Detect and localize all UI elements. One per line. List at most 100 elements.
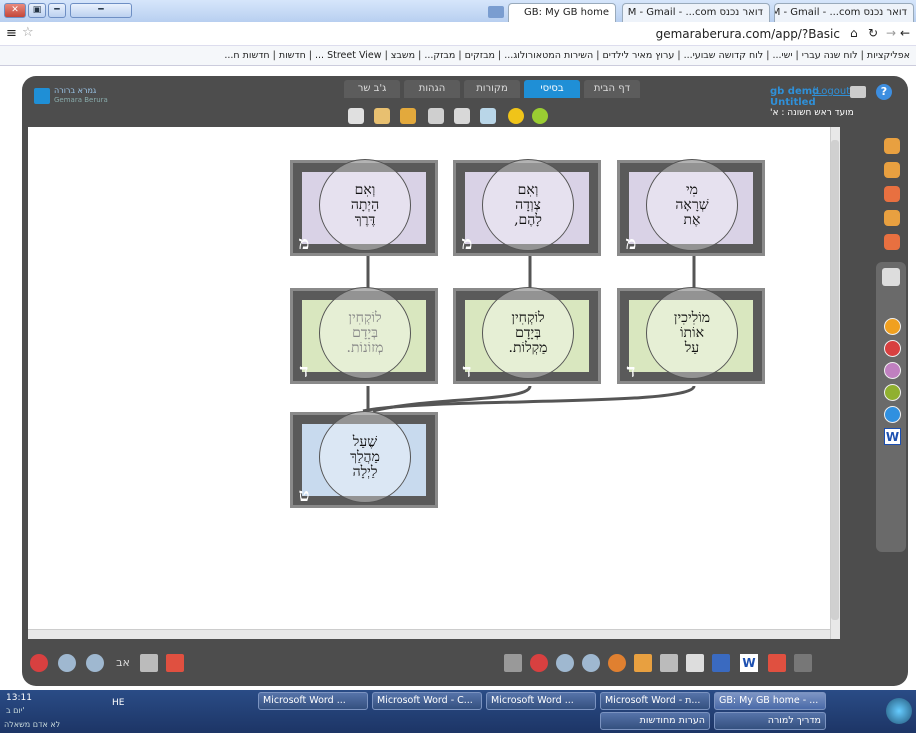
date-label: יום ב' <box>6 706 25 715</box>
settings-icon[interactable] <box>850 86 866 98</box>
zoom-in-icon[interactable] <box>556 654 574 672</box>
start-button[interactable] <box>886 698 912 724</box>
node-type-badge: ד <box>299 361 309 382</box>
node-type-badge: מ <box>625 233 637 254</box>
close-window-button[interactable]: ✕ <box>4 3 26 18</box>
task-word-2[interactable]: Microsoft Word - C... <box>372 692 482 710</box>
redo-icon[interactable] <box>532 108 548 124</box>
color-orange-icon[interactable] <box>884 318 901 335</box>
task-word-3[interactable]: Microsoft Word ... <box>486 692 596 710</box>
node-text: וְאִם צְוְדָה לָהֶם, <box>482 159 574 251</box>
tab-gb-home[interactable]: GB: My GB home <box>508 3 616 22</box>
side-tool-icon[interactable] <box>884 138 900 154</box>
tab-label: דואר נכנס M - Gmail - ...com <box>627 7 763 18</box>
palette-icon[interactable] <box>608 654 626 672</box>
tab-sources[interactable]: מקורות <box>464 80 520 98</box>
print-icon[interactable] <box>140 654 158 672</box>
print-icon[interactable] <box>660 654 678 672</box>
tab-gmail-2[interactable]: דואר נכנס M - Gmail - ...com <box>774 3 914 22</box>
tab-extra[interactable]: ג'ב שר <box>344 80 400 98</box>
hebrew-keyboard-icon[interactable]: אב <box>114 654 132 672</box>
zoom-in-icon[interactable] <box>58 654 76 672</box>
minimize-window-button-large[interactable]: ━ <box>70 3 132 18</box>
tab-glosses[interactable]: הגהות <box>404 80 460 98</box>
new-tab-button[interactable] <box>488 6 504 18</box>
task-word-1[interactable]: Microsoft Word ... <box>258 692 368 710</box>
diagram-node[interactable]: שֶׁעַל מַהֲלַךְ לַיְלָה ט <box>290 411 438 508</box>
undo-icon[interactable] <box>508 108 524 124</box>
address-bar-row: ≡ ☆ gemaraberura.com/app/?Basic ⌂ ↻ → ← <box>0 22 916 46</box>
node-text: שֶׁעַל מַהֲלַךְ לַיְלָה <box>319 411 411 503</box>
horizontal-scrollbar[interactable] <box>28 629 830 639</box>
tab-gmail-1[interactable]: דואר נכנס M - Gmail - ...com <box>622 3 770 22</box>
diagram-node[interactable]: לוֹקְחִין בְּיָדָם מַקְלוֹת. ד <box>453 287 601 384</box>
url-input[interactable]: gemaraberura.com/app/?Basic <box>40 24 840 44</box>
task-teacher-guide[interactable]: מדריך למורה <box>714 712 826 730</box>
side-tool-icon[interactable] <box>884 162 900 178</box>
browser-titlebar: ✕ ▣ ━ ━ GB: My GB home דואר נכנס M - Gma… <box>0 0 916 22</box>
logo-icon <box>34 88 50 104</box>
color-blue-icon[interactable] <box>884 406 901 423</box>
node-text: וְאִם הָיְתָה דֶּרֶךְ <box>319 159 411 251</box>
diagram-node[interactable]: וְאִם צְוְדָה לָהֶם, מ <box>453 159 601 256</box>
new-icon[interactable] <box>348 108 364 124</box>
tab-home[interactable]: דף הבית <box>584 80 640 98</box>
task-notes[interactable]: הערות מחודשות <box>600 712 710 730</box>
back-icon[interactable]: ← <box>900 26 910 40</box>
zoom-out-icon[interactable] <box>582 654 600 672</box>
tab-basic[interactable]: בסיסי <box>524 80 580 98</box>
minimize-window-button[interactable]: ━ <box>48 3 66 18</box>
link-icon[interactable] <box>504 654 522 672</box>
node-type-badge: מ <box>461 233 473 254</box>
diagram-node[interactable]: מִי שְׁרָאָה אֶת מ <box>617 159 765 256</box>
reload-icon[interactable]: ↻ <box>868 26 878 40</box>
panel-toggle-icon[interactable] <box>882 268 900 286</box>
location-label: מועד ראש חשונה : א' <box>770 108 854 118</box>
maximize-window-button[interactable]: ▣ <box>28 3 46 18</box>
save-icon[interactable] <box>428 108 444 124</box>
folder-icon[interactable] <box>634 654 652 672</box>
layout-icon[interactable] <box>712 654 730 672</box>
open-folder-icon[interactable] <box>400 108 416 124</box>
clock: 13:11 <box>6 693 32 703</box>
window-icon[interactable] <box>454 108 470 124</box>
pdf-icon[interactable] <box>768 654 786 672</box>
logo-subtext: Gemara Berura <box>54 96 108 104</box>
help-icon[interactable]: ? <box>876 84 892 100</box>
star-icon[interactable]: ☆ <box>22 25 34 40</box>
word-icon[interactable]: W <box>740 654 758 672</box>
bookmarks-bar[interactable]: אפליקציות | לוח שנה עברי | ישי... | לוח … <box>0 46 916 66</box>
tab-label: GB: My GB home <box>523 7 609 18</box>
tray-text: לא אדם משאלה <box>4 720 61 729</box>
menu-icon[interactable]: ≡ <box>6 26 17 41</box>
language-indicator[interactable]: HE <box>112 698 124 708</box>
side-tool-icon[interactable] <box>884 234 900 250</box>
color-purple-icon[interactable] <box>884 362 901 379</box>
logo-text: גמרא ברורה <box>54 86 97 95</box>
document-title: Untitled <box>770 97 816 108</box>
page-icon[interactable] <box>686 654 704 672</box>
pdf-icon[interactable] <box>166 654 184 672</box>
task-word-4[interactable]: Microsoft Word - ת... <box>600 692 710 710</box>
forward-icon[interactable]: → <box>886 26 896 40</box>
color-green-icon[interactable] <box>884 384 901 401</box>
taskbar: 13:11 יום ב' HE לא אדם משאלה Microsoft W… <box>0 690 916 733</box>
vertical-scrollbar-thumb[interactable] <box>831 140 839 620</box>
layout-icon[interactable] <box>480 108 496 124</box>
folder-add-icon[interactable] <box>374 108 390 124</box>
diagram-node[interactable]: וְאִם הָיְתָה דֶּרֶךְ מ <box>290 159 438 256</box>
diagram-node[interactable]: מוֹלִיכִין אוֹתוֹ עַל ד <box>617 287 765 384</box>
remove-icon[interactable] <box>530 654 548 672</box>
diagram-node[interactable]: לוֹקְחִין בְּיָדָם מְזוֹנוֹת. ד <box>290 287 438 384</box>
task-browser[interactable]: GB: My GB home - ... <box>714 692 826 710</box>
side-tool-icon[interactable] <box>884 186 900 202</box>
node-text: לוֹקְחִין בְּיָדָם מְזוֹנוֹת. <box>319 287 411 379</box>
color-red-icon[interactable] <box>884 340 901 357</box>
delete-icon[interactable] <box>30 654 48 672</box>
side-tool-icon[interactable] <box>884 210 900 226</box>
word-export-icon[interactable]: W <box>884 428 901 445</box>
home-icon[interactable]: ⌂ <box>850 26 858 40</box>
logout-link[interactable]: (Logout) <box>812 86 854 97</box>
zoom-out-icon[interactable] <box>86 654 104 672</box>
edit-icon[interactable] <box>794 654 812 672</box>
